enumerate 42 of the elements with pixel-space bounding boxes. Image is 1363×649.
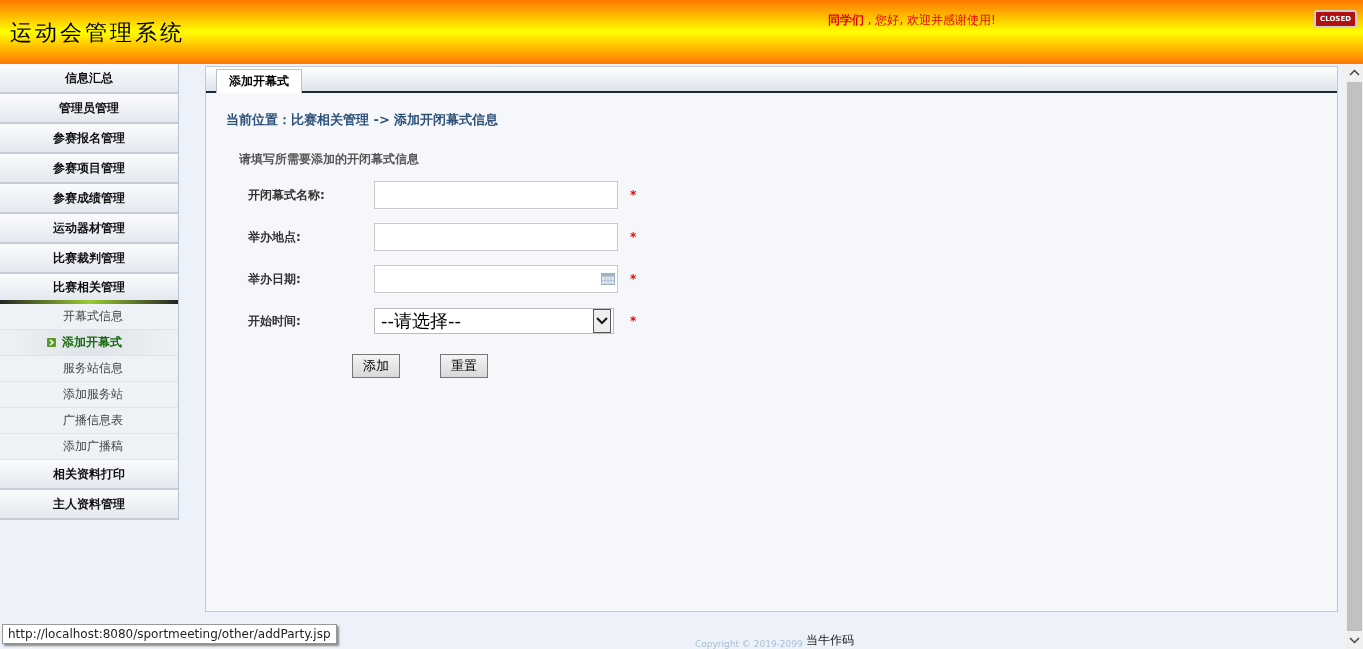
menu-group[interactable]: 主人资料管理	[0, 490, 178, 520]
tab[interactable]: 添加开幕式	[216, 69, 302, 93]
menu-group[interactable]: 参赛报名管理	[0, 124, 178, 154]
field-label: 举办日期:	[247, 270, 302, 288]
copyright-text: Copyright © 2019-2099	[695, 639, 803, 649]
field-label: 开始时间:	[247, 312, 302, 330]
date-field[interactable]	[374, 265, 618, 293]
input-field[interactable]	[374, 181, 618, 209]
menu-group[interactable]: 管理员管理	[0, 94, 178, 124]
welcome-text: 同学们 , 您好, 欢迎并感谢使用!	[828, 12, 996, 29]
required-mark: *	[630, 230, 637, 244]
app-title: 运动会管理系统	[10, 19, 186, 47]
select-field[interactable]: --请选择--	[374, 308, 614, 334]
menu-group[interactable]: 参赛项目管理	[0, 154, 178, 184]
field-label: 举办地点:	[247, 228, 302, 246]
submenu-item[interactable]: 广播信息表	[0, 408, 178, 434]
menu-group[interactable]: 比赛相关管理	[0, 274, 178, 304]
scrollbar[interactable]	[1346, 64, 1363, 649]
submenu-item[interactable]: 添加开幕式	[0, 330, 178, 356]
menu-group[interactable]: 信息汇总	[0, 64, 178, 94]
submenu-item[interactable]: 开幕式信息	[0, 304, 178, 330]
required-mark: *	[630, 188, 637, 202]
submenu-item[interactable]: 添加服务站	[0, 382, 178, 408]
submenu-item[interactable]: 服务站信息	[0, 356, 178, 382]
form-button[interactable]: 重置	[440, 354, 488, 378]
submenu-item[interactable]: 添加广播稿	[0, 434, 178, 460]
input-field[interactable]	[374, 223, 618, 251]
menu-group[interactable]: 比赛裁判管理	[0, 244, 178, 274]
calendar-icon	[601, 273, 615, 285]
form-button[interactable]: 添加	[352, 354, 400, 378]
menu-group[interactable]: 运动器材管理	[0, 214, 178, 244]
breadcrumb: 当前位置：比赛相关管理 -> 添加开闭幕式信息	[226, 111, 500, 129]
required-mark: *	[630, 272, 637, 286]
field-label: 开闭幕式名称:	[247, 186, 326, 204]
required-mark: *	[630, 314, 637, 328]
arrow-icon	[46, 338, 56, 347]
chevron-down-icon	[593, 309, 611, 333]
form-heading: 请填写所需要添加的开闭幕式信息	[239, 151, 420, 168]
status-url-tooltip: http://localhost:8080/sportmeeting/other/addParty.jsp	[2, 624, 337, 644]
menu-group[interactable]: 参赛成绩管理	[0, 184, 178, 214]
menu-group[interactable]: 相关资料打印	[0, 460, 178, 490]
author-text: 当牛作码	[805, 632, 854, 649]
